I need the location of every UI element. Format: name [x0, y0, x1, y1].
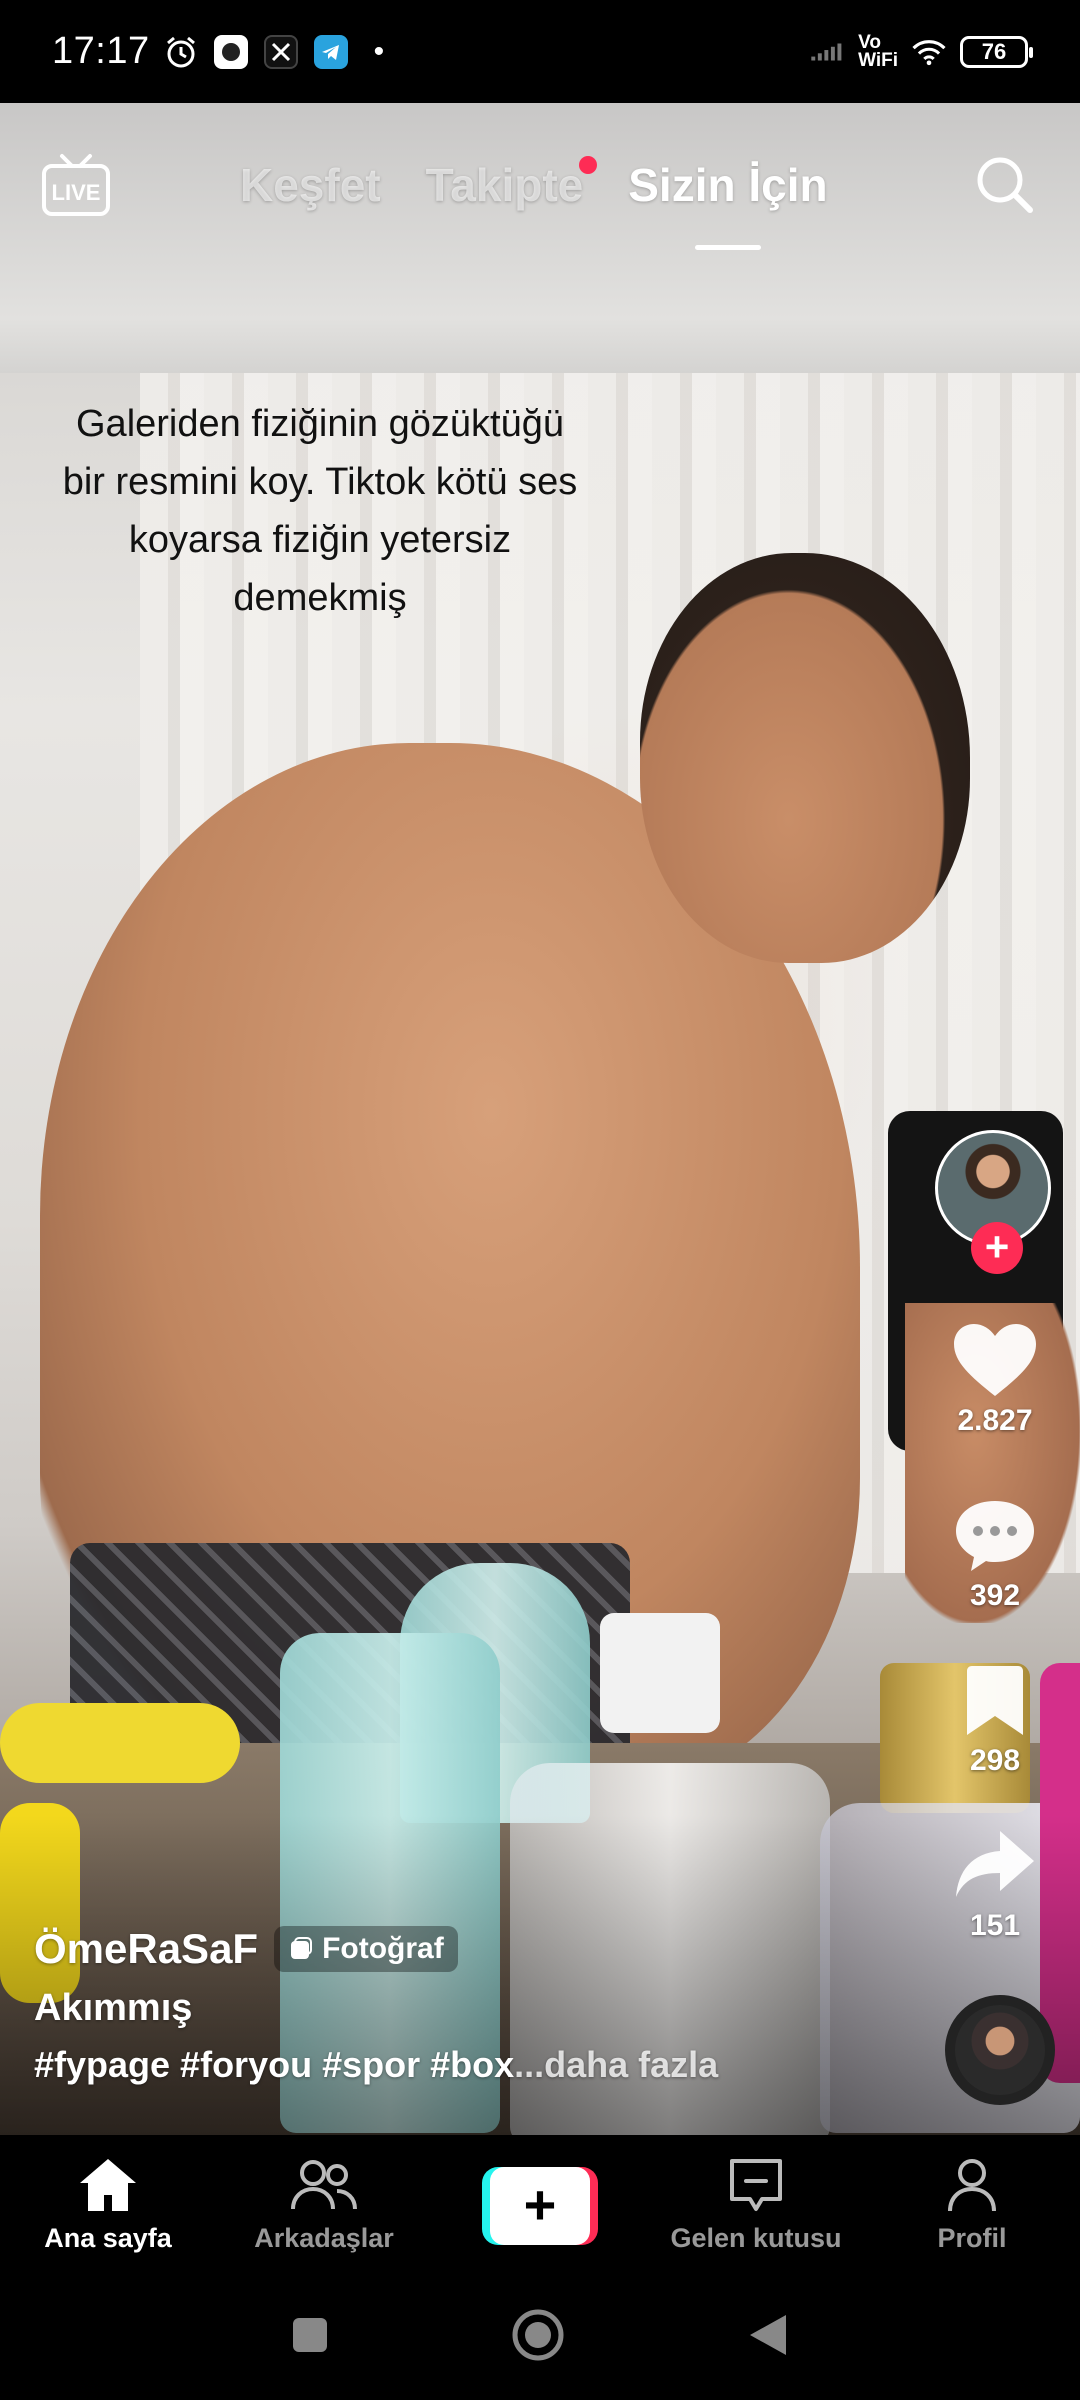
tab-following[interactable]: Takipte — [425, 156, 598, 212]
system-nav-bar — [0, 2270, 1080, 2400]
photo-icon — [291, 1937, 313, 1959]
back-icon[interactable] — [746, 2312, 790, 2358]
bookmark-icon — [967, 1666, 1023, 1735]
nav-create[interactable]: + — [432, 2135, 648, 2270]
photo-badge-label: Fotoğraf — [322, 1932, 444, 1965]
battery-indicator: 76 — [960, 35, 1033, 68]
post-hashtags[interactable]: #fypage #foryou #spor #box...daha fazla — [34, 2044, 894, 2086]
active-tab-indicator — [694, 245, 761, 250]
nav-profile[interactable]: Profil — [864, 2135, 1080, 2270]
person-head — [640, 553, 970, 963]
nav-friends[interactable]: Arkadaşlar — [216, 2135, 432, 2270]
comment-icon — [956, 1501, 1034, 1571]
tab-explore[interactable]: Keşfet — [240, 158, 381, 212]
friends-icon — [291, 2160, 357, 2210]
status-time: 17:17 — [52, 30, 150, 72]
share-count: 151 — [969, 1909, 1021, 1942]
top-bar: LIVE Keşfet Takipte Sizin İçin — [0, 140, 1080, 250]
app-notification-icon — [213, 34, 248, 69]
video-caption-overlay: Galeriden fiziğinin gözüktüğü bir resmin… — [62, 403, 578, 619]
photo-badge: Fotoğraf — [274, 1926, 458, 1972]
tab-following-label: Takipte — [425, 159, 584, 211]
wifi-icon — [912, 35, 946, 69]
profile-icon — [948, 2159, 996, 2212]
comment-button[interactable]: 392 — [930, 1495, 1060, 1613]
white-cap — [600, 1613, 720, 1733]
create-icon[interactable]: + — [482, 2167, 598, 2245]
share-button[interactable]: 151 — [930, 1825, 1060, 1943]
status-bar: 17:17 • Vo WiFi 76 — [0, 0, 1080, 103]
nav-friends-label: Arkadaşlar — [254, 2223, 394, 2253]
live-label: LIVE — [52, 180, 101, 205]
nav-home-label: Ana sayfa — [44, 2223, 172, 2253]
signal-icon — [810, 35, 844, 69]
hashtags-text[interactable]: #fypage #foryou #spor #box — [34, 2044, 514, 2085]
yellow-item — [0, 1703, 240, 1783]
inbox-icon — [730, 2159, 782, 2211]
share-icon — [956, 1831, 1034, 1897]
post-description: Akımmış — [34, 1987, 193, 2029]
feed-tabs: Keşfet Takipte Sizin İçin — [240, 156, 828, 250]
vowifi-label: Vo WiFi — [858, 31, 898, 71]
tab-for-you-label: Sizin İçin — [628, 159, 828, 211]
author-row: ÖmeRaSaF Fotoğraf — [34, 1925, 894, 1973]
more-notifications-dot: • — [373, 34, 385, 68]
save-count: 298 — [969, 1744, 1021, 1777]
x-app-icon — [263, 34, 298, 69]
see-more-link[interactable]: ...daha fazla — [514, 2044, 718, 2085]
nav-profile-label: Profil — [937, 2223, 1007, 2253]
post-info: ÖmeRaSaF Fotoğraf Akımmış #fypage #foryo… — [34, 1925, 894, 2086]
telegram-icon — [313, 34, 348, 69]
alarm-icon — [164, 35, 198, 69]
home-icon — [80, 2159, 136, 2211]
live-button[interactable]: LIVE — [40, 150, 112, 218]
heart-icon — [954, 1324, 1036, 1396]
comment-count: 392 — [969, 1579, 1021, 1612]
nav-inbox[interactable]: Gelen kutusu — [648, 2135, 864, 2270]
like-count: 2.827 — [957, 1404, 1033, 1437]
creator-avatar-button[interactable]: + — [935, 1130, 1055, 1280]
follow-plus-icon[interactable]: + — [971, 1222, 1023, 1274]
author-name[interactable]: ÖmeRaSaF — [34, 1925, 258, 1973]
nav-inbox-label: Gelen kutusu — [670, 2223, 842, 2253]
nav-home[interactable]: Ana sayfa — [0, 2135, 216, 2270]
recents-icon[interactable] — [290, 2315, 330, 2355]
notification-dot — [579, 156, 598, 174]
music-disc[interactable] — [945, 1995, 1055, 2105]
search-icon[interactable] — [970, 150, 1038, 218]
tab-for-you[interactable]: Sizin İçin — [628, 158, 828, 250]
home-circle-icon[interactable] — [510, 2307, 566, 2363]
bottom-nav: Ana sayfa Arkadaşlar + Gelen kutusu Prof… — [0, 2135, 1080, 2270]
save-button[interactable]: 298 — [930, 1660, 1060, 1778]
like-button[interactable]: 2.827 — [930, 1320, 1060, 1438]
